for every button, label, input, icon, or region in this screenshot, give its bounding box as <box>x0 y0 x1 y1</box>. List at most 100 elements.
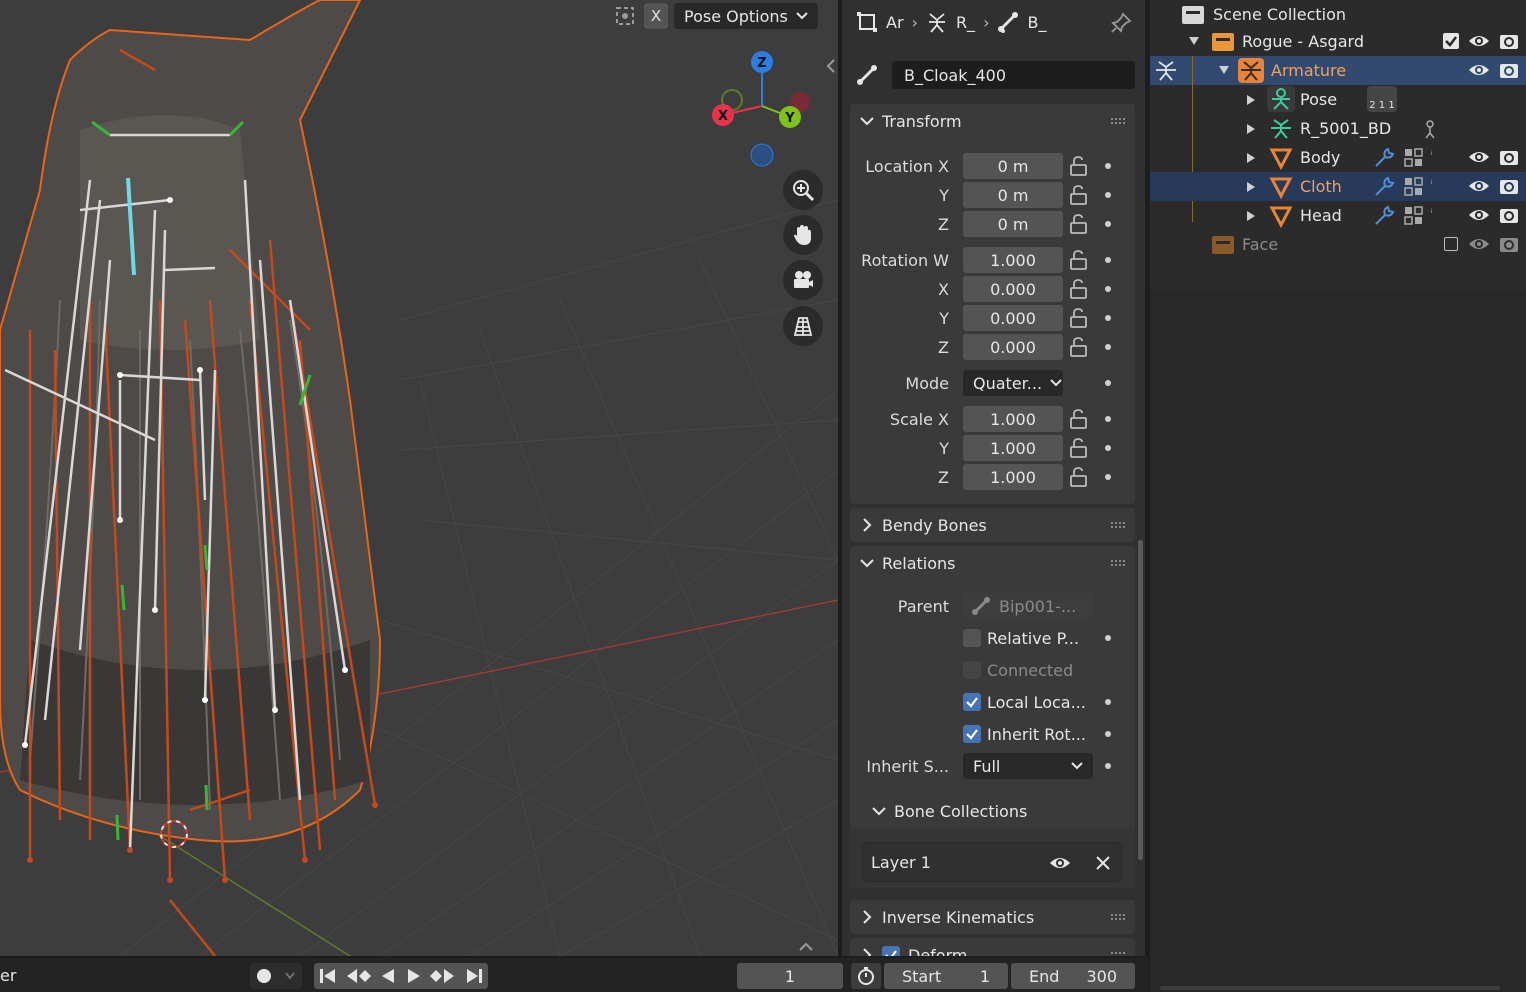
outliner-scrollbar[interactable] <box>1160 986 1500 990</box>
parent-field[interactable]: Bip001-... <box>963 593 1093 619</box>
deform-checkbox[interactable] <box>882 946 900 956</box>
relations-header[interactable]: Relations <box>850 546 1135 580</box>
orientation-gizmo[interactable]: Z X Y <box>700 48 820 172</box>
lock-icon[interactable] <box>1068 279 1090 299</box>
bone-name-field[interactable]: B_Cloak_400 <box>892 61 1135 89</box>
bendy-bones-header[interactable]: Bendy Bones <box>850 508 1135 542</box>
relative-parent-checkbox[interactable] <box>963 629 981 647</box>
zoom-icon[interactable] <box>783 170 823 210</box>
expand-right-icon[interactable] <box>1246 152 1256 164</box>
keyframe-dot[interactable] <box>1105 699 1111 705</box>
camera-icon[interactable] <box>783 260 823 300</box>
transform-header[interactable]: Transform <box>850 104 1135 138</box>
mirror-x-toggle[interactable]: X <box>644 3 668 29</box>
outliner-row-body[interactable]: Body ꜟ <box>1150 143 1526 172</box>
play-icon[interactable] <box>405 967 423 985</box>
wrench-icon[interactable] <box>1372 204 1396 228</box>
eye-icon[interactable] <box>1468 205 1490 225</box>
current-frame-field[interactable]: 1 <box>737 963 843 989</box>
keyframe-dot[interactable] <box>1105 286 1111 292</box>
keyframe-dot[interactable] <box>1105 192 1111 198</box>
keyframe-dot[interactable] <box>1105 380 1111 386</box>
rotation-y-field[interactable]: 0.000 <box>963 305 1063 331</box>
scene-collection-row[interactable]: Scene Collection <box>1150 0 1526 29</box>
exclude-checkbox[interactable] <box>1444 237 1458 251</box>
play-reverse-icon[interactable] <box>379 967 397 985</box>
expand-right-icon[interactable] <box>1246 123 1256 135</box>
eye-icon[interactable] <box>1468 147 1490 167</box>
breadcrumb-rig[interactable]: R_ <box>956 13 975 32</box>
keyframe-dot[interactable] <box>1105 731 1111 737</box>
grid-icon[interactable] <box>783 306 823 346</box>
lock-icon[interactable] <box>1068 250 1090 270</box>
snap-toggle-icon[interactable] <box>612 3 638 29</box>
keyframe-dot[interactable] <box>1105 257 1111 263</box>
lock-icon[interactable] <box>1068 185 1090 205</box>
pin-icon[interactable] <box>1110 12 1132 34</box>
eye-icon[interactable] <box>1468 234 1490 254</box>
outliner-row-cloth[interactable]: Cloth ꜟ <box>1150 172 1526 201</box>
keyframe-dot[interactable] <box>1105 635 1111 641</box>
wrench-icon[interactable] <box>1372 146 1396 170</box>
outliner-row-face[interactable]: Face <box>1150 230 1526 259</box>
outliner-row-r5001bd[interactable]: R_5001_BD <box>1150 114 1526 143</box>
lock-icon[interactable] <box>1068 337 1090 357</box>
hand-icon[interactable] <box>783 215 823 255</box>
keyframe-dot[interactable] <box>1105 416 1111 422</box>
keyframe-dot[interactable] <box>1105 763 1111 769</box>
next-keyframe-icon[interactable] <box>430 967 456 985</box>
exclude-checkbox[interactable] <box>1443 33 1459 49</box>
properties-scrollbar[interactable] <box>1138 540 1143 860</box>
breadcrumb-bone[interactable]: B_ <box>1027 13 1046 32</box>
drag-handle-icon[interactable] <box>1111 560 1125 566</box>
start-frame-field[interactable]: Start 1 <box>884 963 1008 989</box>
keyframe-dot[interactable] <box>1105 315 1111 321</box>
close-icon[interactable] <box>1095 855 1111 871</box>
pose-mode-icon[interactable] <box>1154 59 1178 83</box>
local-location-checkbox[interactable] <box>963 693 981 711</box>
jump-end-icon[interactable] <box>464 967 484 985</box>
eye-icon[interactable] <box>1468 31 1490 51</box>
camera-render-icon[interactable] <box>1498 30 1520 52</box>
rotation-w-field[interactable]: 1.000 <box>963 247 1063 273</box>
outliner-row-rogue-asgard[interactable]: Rogue - Asgard <box>1150 27 1526 56</box>
lock-icon[interactable] <box>1068 467 1090 487</box>
lock-icon[interactable] <box>1068 214 1090 234</box>
connected-checkbox[interactable] <box>963 661 981 679</box>
outliner-row-pose[interactable]: Pose 2 1 1 <box>1150 85 1526 114</box>
camera-render-icon[interactable] <box>1498 59 1520 81</box>
outliner-row-head[interactable]: Head ꜟ <box>1150 201 1526 230</box>
record-icon[interactable] <box>257 969 271 983</box>
inherit-scale-dropdown[interactable]: Full <box>963 753 1093 779</box>
jump-start-icon[interactable] <box>318 967 338 985</box>
camera-render-icon[interactable] <box>1498 175 1520 197</box>
deform-header[interactable]: Deform <box>850 938 1135 956</box>
prev-keyframe-icon[interactable] <box>345 967 372 985</box>
expand-right-icon[interactable] <box>1246 181 1256 193</box>
eye-icon[interactable] <box>1468 176 1490 196</box>
lock-icon[interactable] <box>1068 156 1090 176</box>
wrench-icon[interactable] <box>1372 175 1396 199</box>
bone-collections-header[interactable]: Bone Collections <box>872 796 1027 826</box>
end-frame-field[interactable]: End 300 <box>1011 963 1135 989</box>
keyframe-dot[interactable] <box>1105 163 1111 169</box>
lock-icon[interactable] <box>1068 308 1090 328</box>
scale-z-field[interactable]: 1.000 <box>963 464 1063 490</box>
expand-right-icon[interactable] <box>1246 94 1256 106</box>
outliner-row-armature[interactable]: Armature <box>1150 56 1526 85</box>
eye-icon[interactable] <box>1468 60 1490 80</box>
3d-viewport[interactable]: X Pose Options Z X Y <box>0 0 838 956</box>
rotation-x-field[interactable]: 0.000 <box>963 276 1063 302</box>
camera-render-icon[interactable] <box>1498 204 1520 226</box>
camera-render-icon[interactable] <box>1498 233 1520 255</box>
pose-options-dropdown[interactable]: Pose Options <box>674 3 818 29</box>
drag-handle-icon[interactable] <box>1111 952 1125 956</box>
expand-down-icon[interactable] <box>1188 35 1200 47</box>
location-z-field[interactable]: 0 m <box>963 211 1063 237</box>
keying-dropdown[interactable] <box>250 963 302 989</box>
keyframe-dot[interactable] <box>1105 344 1111 350</box>
stopwatch-icon[interactable] <box>851 963 881 989</box>
location-x-field[interactable]: 0 m <box>963 153 1063 179</box>
drag-handle-icon[interactable] <box>1111 914 1125 920</box>
expand-down-icon[interactable] <box>1218 64 1230 76</box>
